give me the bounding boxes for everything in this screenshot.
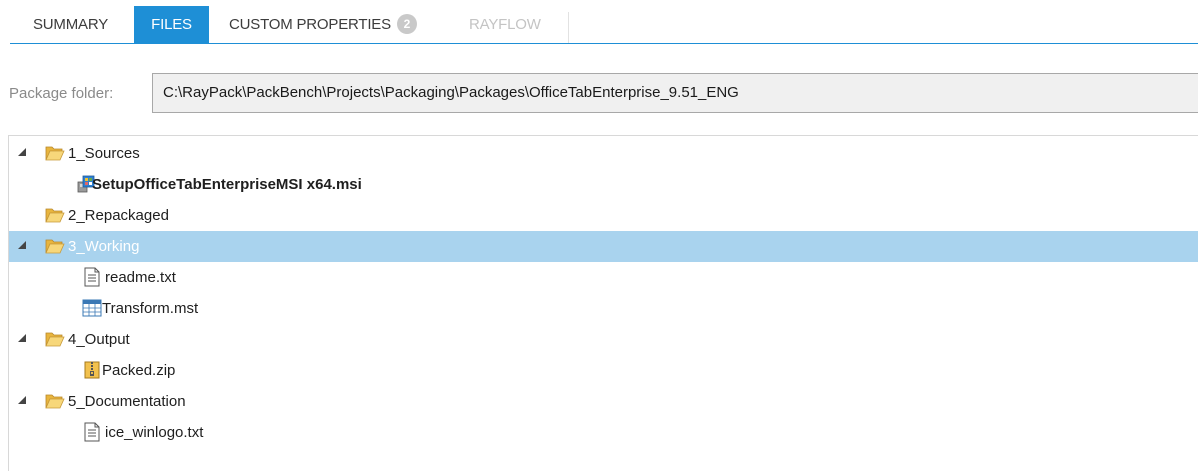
transform-table-icon [82, 299, 102, 317]
expanded-triangle-icon[interactable] [18, 241, 26, 249]
custom-properties-count-badge: 2 [396, 14, 417, 34]
tree-node-label: 1_Sources [68, 145, 140, 162]
expanded-triangle-icon[interactable] [18, 334, 26, 342]
tab-summary[interactable]: SUMMARY [33, 6, 108, 44]
tree-node-label: Packed.zip [102, 362, 176, 379]
open-folder-icon [45, 208, 65, 223]
tree-node-transform-mst[interactable]: Transform.mst [9, 293, 1198, 324]
package-folder-field[interactable]: C:\RayPack\PackBench\Projects\Packaging\… [152, 73, 1198, 113]
open-folder-icon [45, 146, 65, 161]
tree-node-label: 3_Working [68, 238, 140, 255]
tab-custom-properties[interactable]: CUSTOM PROPERTIES 2 [229, 6, 417, 44]
tree-node-5-documentation[interactable]: 5_Documentation [9, 386, 1198, 417]
tab-divider [568, 12, 569, 44]
tree-node-label: 5_Documentation [68, 393, 186, 410]
open-folder-icon [45, 394, 65, 409]
open-folder-icon [45, 239, 65, 254]
tree-node-ice-winlogo-txt[interactable]: ice_winlogo.txt [9, 417, 1198, 448]
file-tree: 1_Sources SetupOfficeTabEnterpriseMSI x6… [8, 135, 1198, 471]
tab-rayflow-label: RAYFLOW [469, 16, 541, 33]
tab-files[interactable]: FILES [134, 6, 209, 44]
tab-custom-properties-label: CUSTOM PROPERTIES [229, 16, 391, 33]
tree-node-4-output[interactable]: 4_Output [9, 324, 1198, 355]
tree-node-label: 2_Repackaged [68, 207, 169, 224]
tree-node-msi-file[interactable]: SetupOfficeTabEnterpriseMSI x64.msi [9, 169, 1198, 200]
tree-node-label: Transform.mst [102, 300, 199, 317]
tab-bar: SUMMARY FILES CUSTOM PROPERTIES 2 RAYFLOW [0, 0, 1198, 44]
tab-rayflow: RAYFLOW [469, 6, 569, 44]
tree-node-3-working[interactable]: 3_Working [9, 231, 1198, 262]
expanded-triangle-icon[interactable] [18, 396, 26, 404]
tree-node-label: ice_winlogo.txt [105, 424, 204, 441]
tree-node-packed-zip[interactable]: Packed.zip [9, 355, 1198, 386]
zip-archive-icon [84, 361, 100, 379]
tab-underline [10, 43, 1198, 44]
tree-node-2-repackaged[interactable]: 2_Repackaged [9, 200, 1198, 231]
tree-node-label: SetupOfficeTabEnterpriseMSI x64.msi [92, 176, 362, 193]
tree-node-1-sources[interactable]: 1_Sources [9, 138, 1198, 169]
package-folder-label: Package folder: [9, 85, 114, 102]
text-file-icon [84, 422, 100, 442]
text-file-icon [84, 267, 100, 287]
expanded-triangle-icon[interactable] [18, 148, 26, 156]
tree-node-label: readme.txt [105, 269, 176, 286]
tree-node-label: 4_Output [68, 331, 130, 348]
open-folder-icon [45, 332, 65, 347]
tree-node-readme-txt[interactable]: readme.txt [9, 262, 1198, 293]
